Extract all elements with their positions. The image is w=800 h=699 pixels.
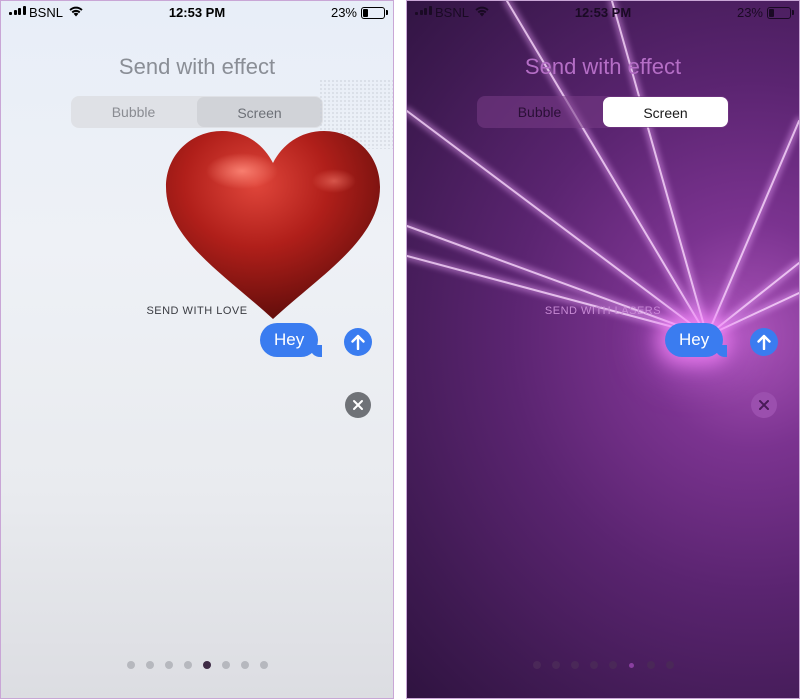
tab-bubble[interactable]: Bubble bbox=[71, 96, 196, 128]
page-dot[interactable] bbox=[570, 661, 579, 669]
arrow-up-icon bbox=[351, 334, 365, 350]
page-indicator bbox=[1, 661, 393, 669]
page-dot-active[interactable] bbox=[629, 662, 634, 668]
screen-love-effect: BSNL 12:53 PM 23% Send with effect Bubbl… bbox=[0, 0, 394, 699]
cancel-button[interactable] bbox=[345, 392, 371, 418]
page-dot[interactable] bbox=[183, 661, 192, 669]
message-bubble: Hey bbox=[665, 323, 728, 357]
page-dot[interactable] bbox=[240, 661, 249, 669]
page: BSNL 12:53 PM 23% Send with effect Bubbl… bbox=[0, 0, 800, 699]
page-dot[interactable] bbox=[589, 661, 598, 669]
page-dot[interactable] bbox=[145, 661, 154, 669]
heart-effect-icon bbox=[166, 131, 380, 319]
effect-name-label: SEND WITH LOVE bbox=[146, 305, 248, 317]
page-dot[interactable] bbox=[126, 661, 135, 669]
battery-icon bbox=[361, 7, 388, 19]
page-dot[interactable] bbox=[221, 661, 230, 669]
send-button[interactable] bbox=[750, 328, 778, 356]
battery-percent: 23% bbox=[330, 5, 357, 20]
battery-percent: 23% bbox=[736, 5, 763, 20]
status-bar: BSNL 12:53 PM 23% bbox=[1, 4, 393, 22]
page-dot[interactable] bbox=[259, 661, 268, 669]
message-bubble: Hey bbox=[260, 323, 323, 357]
battery-icon bbox=[767, 7, 794, 19]
send-button[interactable] bbox=[344, 328, 372, 356]
page-dot[interactable] bbox=[608, 661, 617, 669]
cancel-button[interactable] bbox=[751, 392, 777, 418]
page-dot[interactable] bbox=[646, 661, 655, 669]
message-text: Hey bbox=[274, 330, 305, 349]
page-dot[interactable] bbox=[665, 661, 674, 669]
page-dot-active[interactable] bbox=[202, 661, 211, 669]
page-indicator bbox=[407, 661, 799, 669]
page-title: Send with effect bbox=[524, 54, 682, 79]
tab-bubble[interactable]: Bubble bbox=[477, 96, 602, 128]
page-title: Send with effect bbox=[118, 54, 276, 79]
message-text: Hey bbox=[679, 330, 710, 349]
close-icon bbox=[353, 400, 363, 410]
tab-screen[interactable]: Screen bbox=[197, 97, 322, 127]
arrow-up-icon bbox=[757, 334, 771, 350]
effect-name-label: SEND WITH LASERS bbox=[544, 305, 662, 317]
page-dot[interactable] bbox=[164, 661, 173, 669]
page-dot[interactable] bbox=[551, 661, 560, 669]
close-icon bbox=[759, 400, 769, 410]
effect-type-segmented-control: Bubble Screen bbox=[71, 96, 323, 128]
page-dot[interactable] bbox=[532, 661, 541, 669]
bubble-tail bbox=[310, 345, 323, 357]
effect-type-segmented-control: Bubble Screen bbox=[477, 96, 729, 128]
status-bar: BSNL 12:53 PM 23% bbox=[407, 4, 799, 22]
tab-screen[interactable]: Screen bbox=[603, 97, 728, 127]
screen-lasers-effect: BSNL 12:53 PM 23% Send with effect Bubbl… bbox=[406, 0, 800, 699]
